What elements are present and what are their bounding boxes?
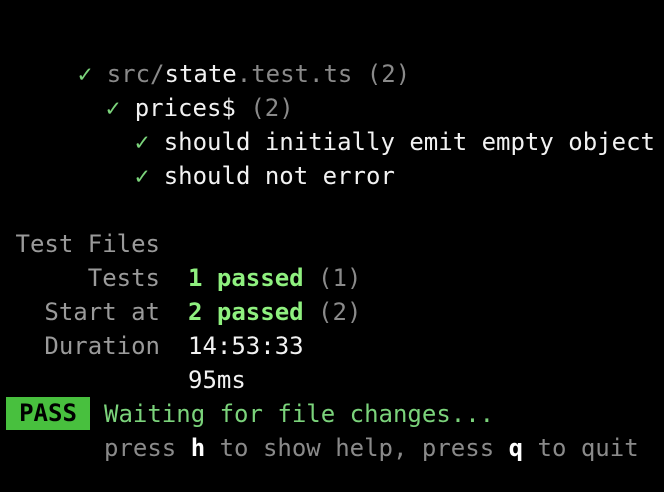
summary-label: Duration [44,332,160,360]
help-text: to show help, press [205,434,509,462]
pass-badge: PASS [6,397,90,430]
test-name: should not error [163,162,395,190]
test-file-row: ✓ src/state.test.ts (2) [20,23,410,88]
test-row: ✓ should not error [77,125,395,190]
check-icon: ✓ [134,162,150,190]
test-row: ✓ should initially emit empty object [77,91,655,156]
file-count: (2) [366,60,411,88]
summary-test-files: Test Files 1 passed (1) [0,193,664,292]
quit-key[interactable]: q [509,434,523,462]
help-text: to quit [523,434,639,462]
summary-tests: Tests 2 passed (2) [0,227,664,326]
summary-value: 95ms [188,366,246,394]
help-hint: press h to show help, press q to quit [104,431,639,465]
help-key[interactable]: h [191,434,205,462]
summary-duration: Duration 95ms [0,295,664,394]
waiting-message: Waiting for file changes... [104,400,495,428]
terminal-window: ✓ src/state.test.ts (2) ✓ prices$ (2) ✓ … [0,0,664,492]
test-suite-row: ✓ prices$ (2) [48,57,294,122]
summary-start-at: Start at 14:53:33 [0,261,664,360]
summary-value: 14:53:33 [188,332,304,360]
help-text: press [104,434,191,462]
